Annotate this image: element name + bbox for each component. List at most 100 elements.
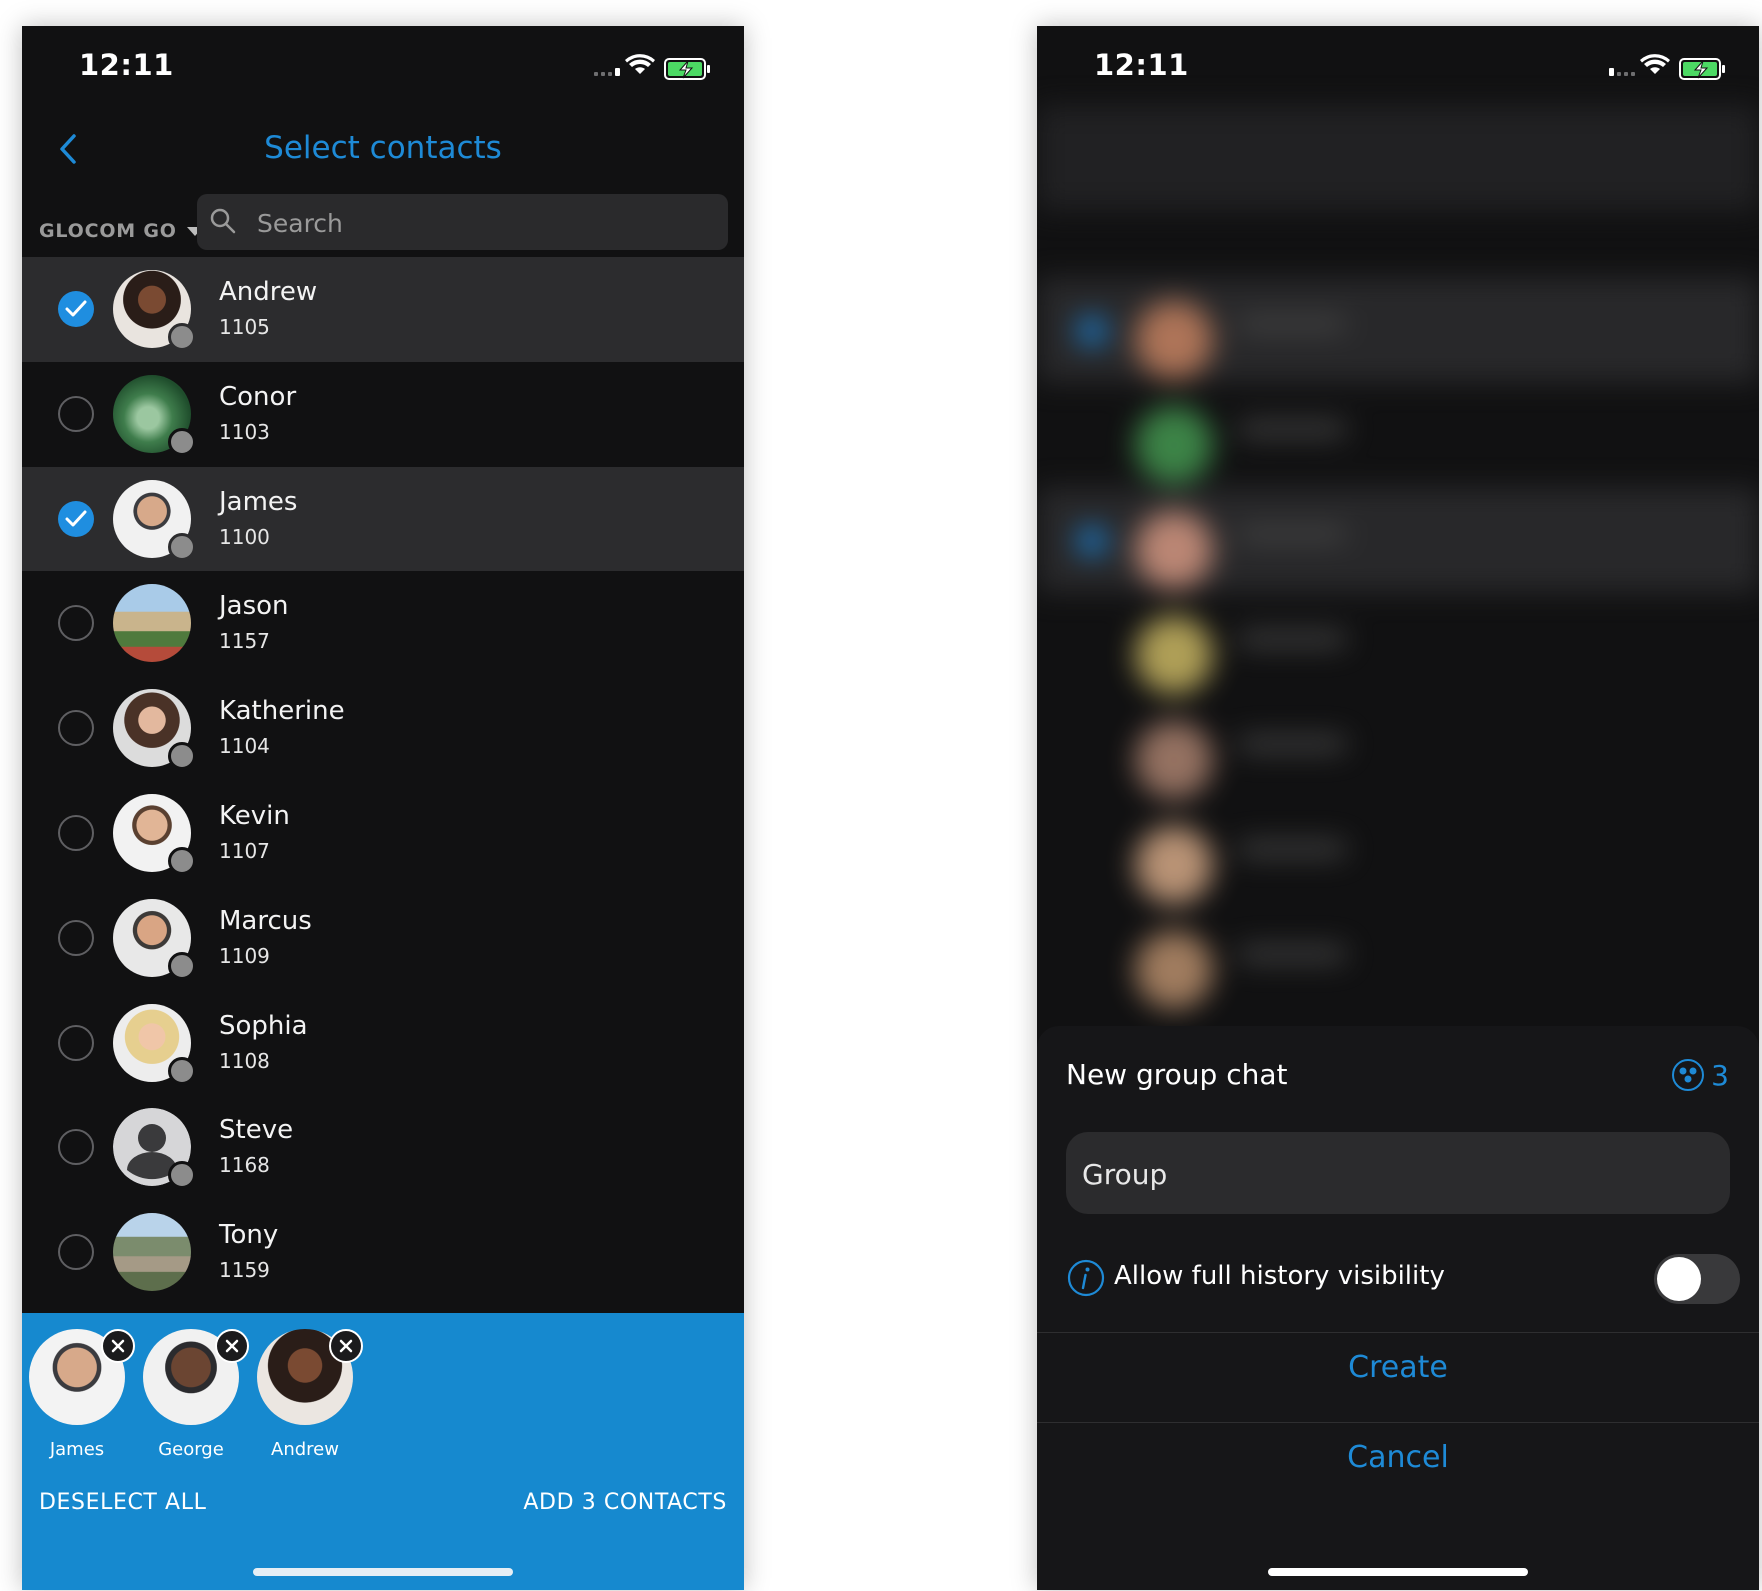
status-time: 12:11 bbox=[79, 48, 174, 82]
contact-name: Steve bbox=[219, 1115, 294, 1146]
status-time: 12:11 bbox=[1094, 48, 1189, 82]
new-group-chat-screen: 12:11 New group chat 3 Group Allow full … bbox=[1037, 26, 1759, 1590]
history-visibility-row: Allow full history visibility bbox=[1066, 1252, 1740, 1304]
signal-icon bbox=[594, 68, 620, 76]
sheet-title: New group chat bbox=[1066, 1058, 1288, 1091]
contact-name: Andrew bbox=[219, 277, 318, 307]
contact-row-jason[interactable]: Jason 1157 bbox=[22, 571, 744, 676]
divider bbox=[1037, 1332, 1759, 1333]
remove-chip-button[interactable] bbox=[329, 1329, 363, 1363]
presence-indicator bbox=[168, 427, 196, 456]
contact-extension: 1107 bbox=[219, 838, 270, 863]
contact-source-label: GLOCOM GO bbox=[39, 220, 177, 242]
home-indicator bbox=[1268, 1568, 1528, 1576]
group-members-icon bbox=[1672, 1059, 1705, 1091]
signal-icon bbox=[1609, 68, 1635, 76]
chip-name: James bbox=[49, 1439, 105, 1460]
checkbox-unchecked[interactable] bbox=[58, 1234, 94, 1271]
checkbox-unchecked[interactable] bbox=[58, 395, 94, 432]
checkmark-icon bbox=[65, 300, 87, 317]
contact-row-kevin[interactable]: Kevin 1107 bbox=[22, 781, 744, 886]
contact-row-sophia[interactable]: Sophia 1108 bbox=[22, 991, 744, 1096]
page-title: Select contacts bbox=[264, 130, 502, 166]
checkbox-unchecked[interactable] bbox=[58, 1129, 94, 1166]
close-icon bbox=[111, 1339, 125, 1353]
contact-row-tony[interactable]: Tony 1159 bbox=[22, 1200, 744, 1305]
search-icon bbox=[210, 208, 236, 234]
contact-row-marcus[interactable]: Marcus 1109 bbox=[22, 886, 744, 991]
cancel-button[interactable]: Cancel bbox=[1037, 1440, 1759, 1475]
contact-extension: 1104 bbox=[219, 734, 270, 759]
checkbox-unchecked[interactable] bbox=[58, 814, 94, 851]
checkbox-unchecked[interactable] bbox=[58, 919, 94, 956]
chip-name: Andrew bbox=[271, 1439, 339, 1460]
member-count: 3 bbox=[1671, 1058, 1729, 1092]
battery-icon bbox=[664, 58, 710, 80]
presence-indicator bbox=[168, 1056, 196, 1085]
wifi-icon bbox=[1640, 54, 1670, 74]
contact-list: Andrew 1105 Conor 1103 James 1100 Jason … bbox=[22, 257, 744, 1305]
contact-extension: 1108 bbox=[219, 1048, 270, 1073]
contact-row-conor[interactable]: Conor 1103 bbox=[22, 362, 744, 467]
blurred-background bbox=[1037, 106, 1759, 1066]
checkmark-icon bbox=[65, 510, 87, 527]
avatar bbox=[113, 584, 191, 663]
history-visibility-toggle[interactable] bbox=[1654, 1254, 1740, 1304]
checkbox-unchecked[interactable] bbox=[58, 1024, 94, 1061]
search-bar[interactable] bbox=[197, 194, 728, 252]
remove-chip-button[interactable] bbox=[101, 1329, 135, 1363]
contact-name: Jason bbox=[219, 591, 289, 622]
presence-indicator bbox=[168, 1161, 196, 1190]
chip-name: George bbox=[158, 1439, 224, 1460]
deselect-all-button[interactable]: DESELECT ALL bbox=[39, 1490, 206, 1515]
checkbox-unchecked[interactable] bbox=[58, 605, 94, 642]
contact-row-james[interactable]: James 1100 bbox=[22, 466, 744, 572]
checkbox-checked[interactable] bbox=[58, 500, 94, 537]
status-icons bbox=[1609, 54, 1725, 80]
avatar bbox=[113, 1213, 191, 1292]
toggle-knob bbox=[1657, 1257, 1701, 1301]
contact-row-steve[interactable]: Steve 1168 bbox=[22, 1095, 744, 1200]
selected-chip-andrew[interactable]: Andrew bbox=[255, 1329, 363, 1460]
battery-icon bbox=[1679, 58, 1725, 80]
new-group-chat-sheet: New group chat 3 Allow full history visi… bbox=[1037, 1026, 1759, 1590]
divider bbox=[1037, 1422, 1759, 1423]
contact-extension: 1105 bbox=[219, 315, 270, 339]
checkbox-unchecked[interactable] bbox=[58, 710, 94, 747]
contact-picker-screen: 12:11 Select contacts GLOCOM GO Search A… bbox=[22, 26, 744, 1590]
contact-name: James bbox=[219, 486, 298, 517]
contact-name: Marcus bbox=[219, 905, 312, 936]
presence-indicator bbox=[168, 323, 196, 351]
remove-chip-button[interactable] bbox=[215, 1329, 249, 1363]
history-visibility-label: Allow full history visibility bbox=[1114, 1261, 1445, 1291]
presence-indicator bbox=[168, 742, 196, 771]
search-input[interactable] bbox=[255, 194, 719, 252]
close-icon bbox=[225, 1339, 239, 1353]
contact-row-katherine[interactable]: Katherine 1104 bbox=[22, 676, 744, 781]
contact-name: Sophia bbox=[219, 1010, 308, 1041]
group-name-field[interactable] bbox=[1066, 1132, 1730, 1216]
contact-row-andrew[interactable]: Andrew 1105 bbox=[22, 257, 744, 362]
close-icon bbox=[339, 1339, 353, 1353]
wifi-icon bbox=[625, 54, 655, 74]
home-indicator bbox=[253, 1568, 513, 1576]
group-name-input[interactable] bbox=[1080, 1132, 1714, 1216]
checkbox-checked[interactable] bbox=[58, 291, 94, 327]
presence-indicator bbox=[168, 846, 196, 875]
contact-extension: 1157 bbox=[219, 629, 270, 654]
create-button[interactable]: Create bbox=[1037, 1350, 1759, 1385]
contact-extension: 1109 bbox=[219, 943, 270, 968]
selected-contacts-bar: James George Andrew DESELECT ALL ADD 3 C… bbox=[22, 1313, 744, 1590]
selected-chip-george[interactable]: George bbox=[141, 1329, 249, 1460]
contact-extension: 1100 bbox=[219, 524, 270, 549]
member-count-value: 3 bbox=[1711, 1058, 1729, 1092]
presence-indicator bbox=[168, 951, 196, 980]
add-contacts-button[interactable]: ADD 3 CONTACTS bbox=[523, 1490, 727, 1515]
status-icons bbox=[594, 54, 710, 80]
contact-name: Tony bbox=[219, 1220, 279, 1251]
contact-extension: 1103 bbox=[219, 419, 270, 444]
contact-extension: 1159 bbox=[219, 1258, 270, 1283]
info-icon[interactable] bbox=[1066, 1258, 1106, 1298]
contact-source-dropdown[interactable]: GLOCOM GO bbox=[39, 211, 203, 251]
selected-chip-james[interactable]: James bbox=[27, 1329, 135, 1460]
